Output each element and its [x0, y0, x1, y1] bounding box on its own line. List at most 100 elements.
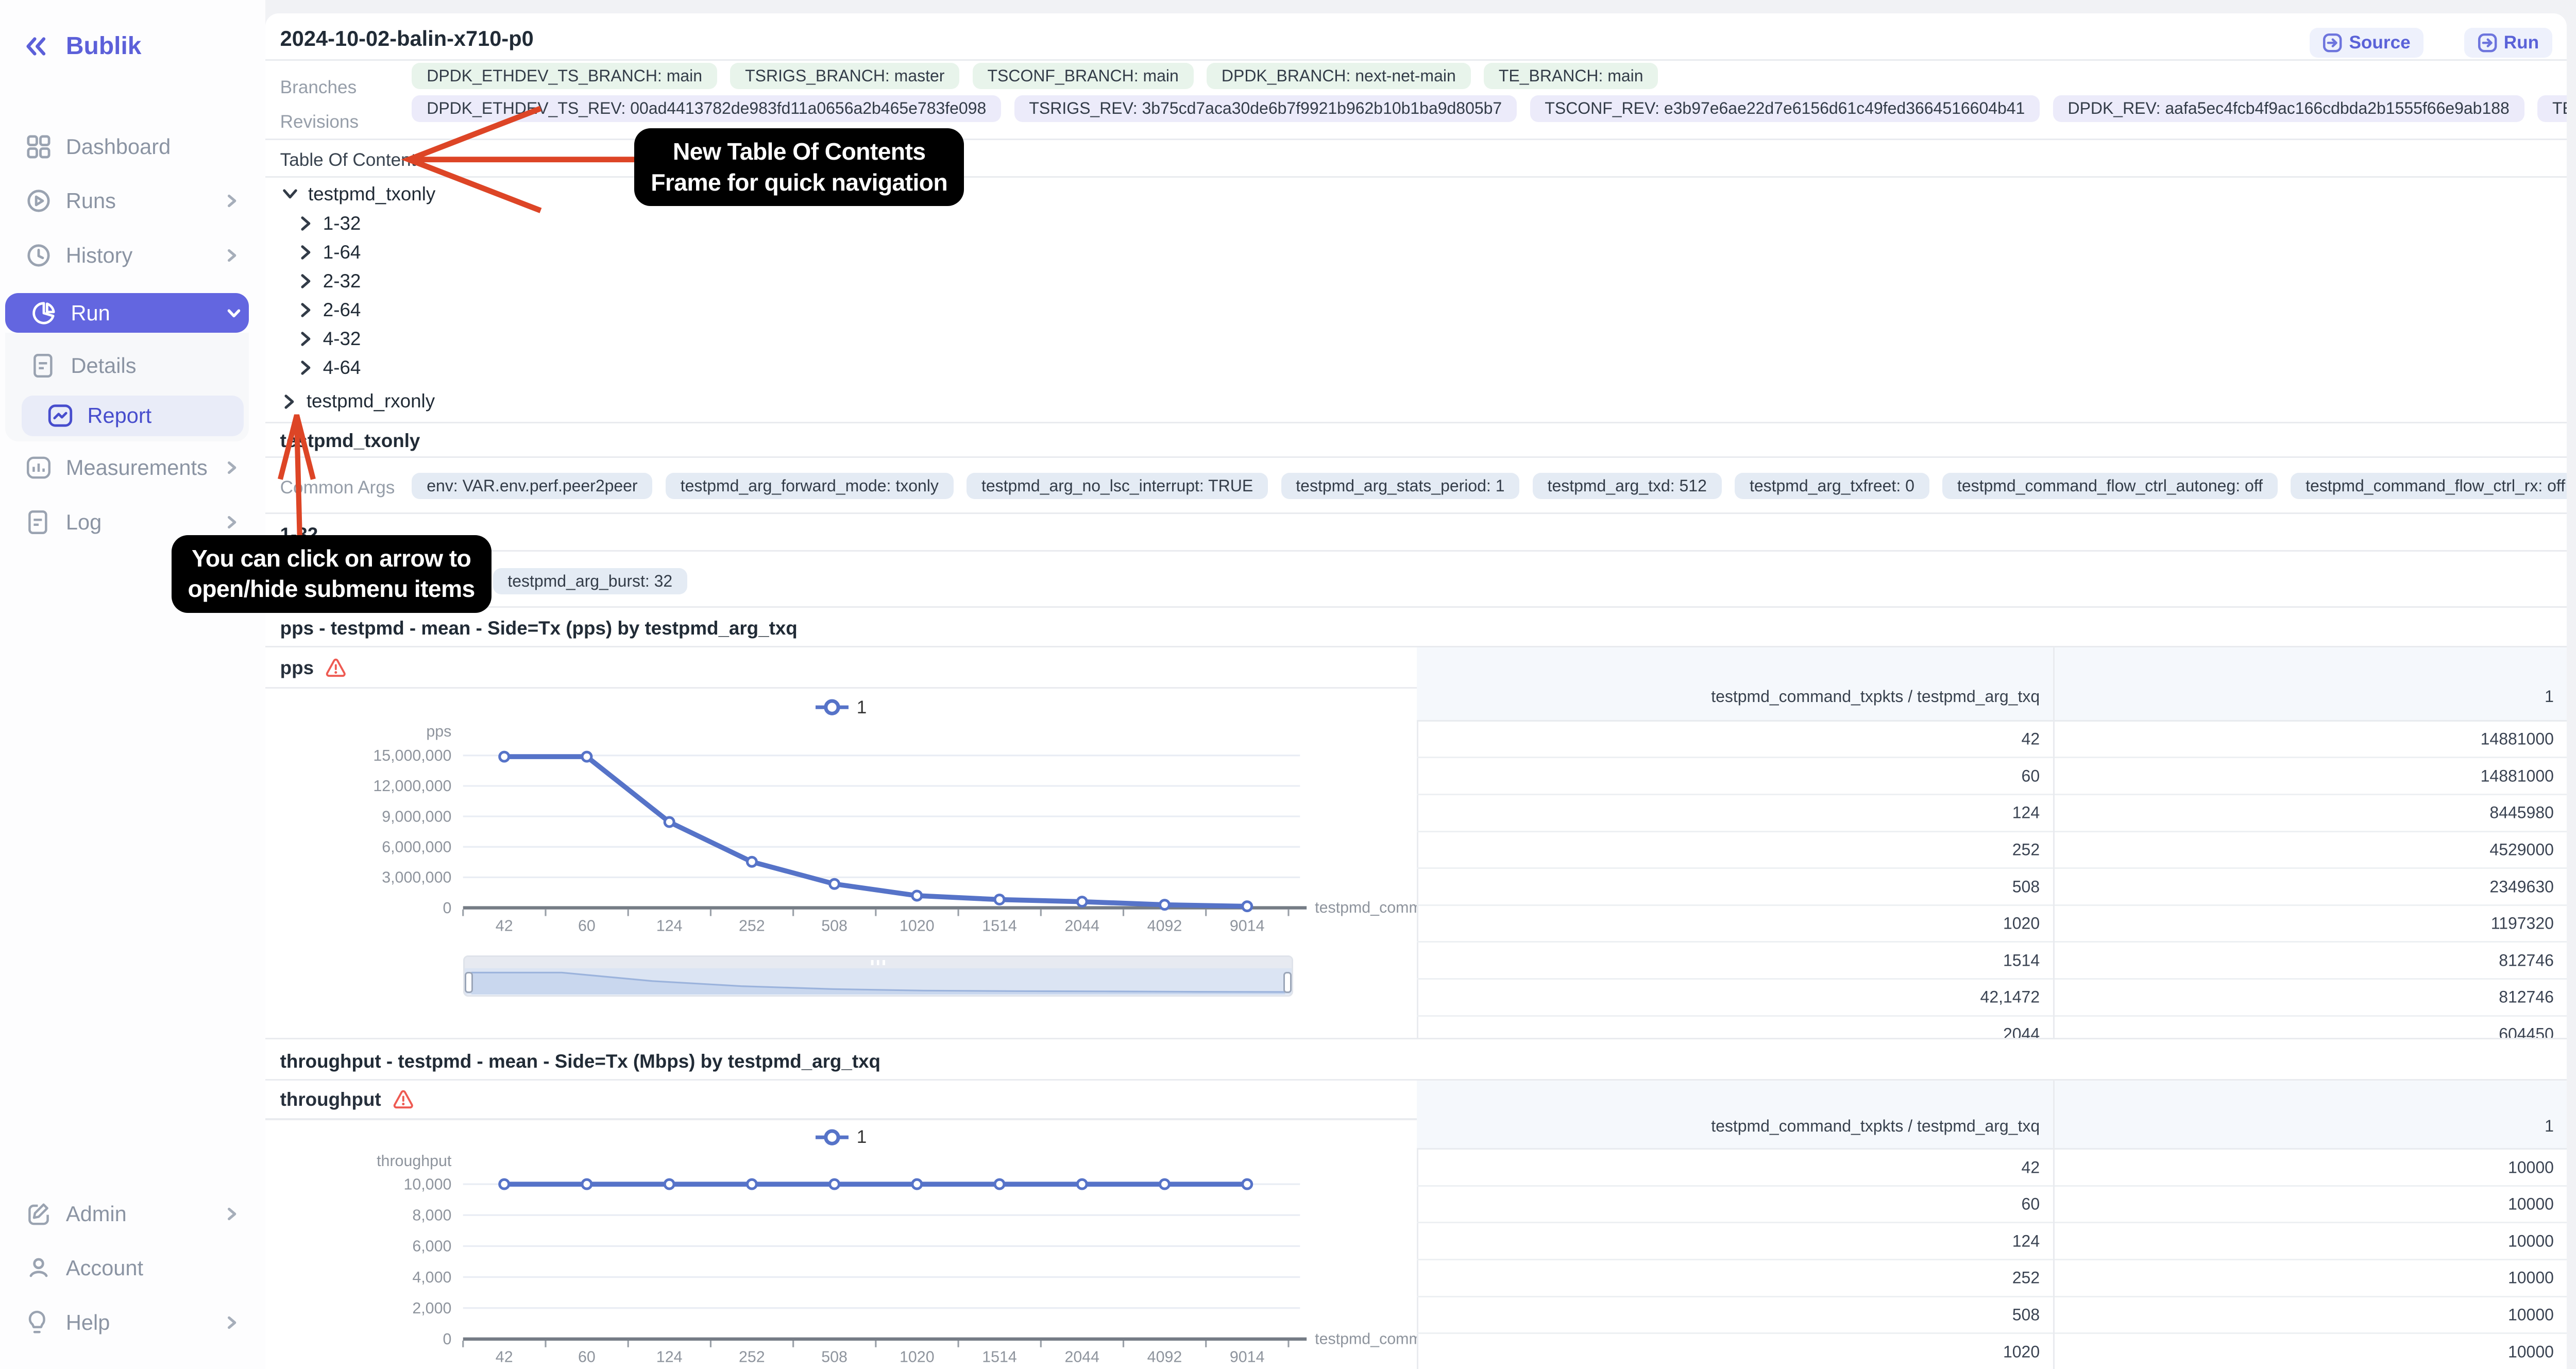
branch-chip: TSCONF_BRANCH: main — [973, 63, 1194, 89]
cell-measurement-value: 10000 — [2508, 1342, 2554, 1361]
divider — [265, 1118, 1417, 1120]
table-header-row: testpmd_command_txpkts / testpmd_arg_txq… — [1417, 1081, 2567, 1150]
svg-text:10,000: 10,000 — [403, 1176, 451, 1193]
table-row[interactable]: 10201197320 — [1417, 906, 2567, 943]
source-button[interactable]: Source — [2310, 28, 2424, 58]
edit-pencil-icon — [26, 1202, 51, 1226]
column-divider — [2053, 647, 2055, 1038]
table-row[interactable]: 2524529000 — [1417, 832, 2567, 869]
sidebar-item-account[interactable]: Account — [0, 1250, 265, 1286]
sidebar-collapse-icon[interactable] — [23, 36, 48, 57]
sidebar-item-report-selected[interactable]: Report — [22, 396, 244, 437]
throughput-line-chart[interactable]: throughput02,0004,0006,0008,00010,000426… — [265, 1150, 1417, 1368]
sidebar-item-dashboard[interactable]: Dashboard — [0, 128, 265, 164]
toc-node-2-32[interactable]: 2-32 — [298, 267, 361, 296]
chevron-right-icon[interactable] — [298, 302, 313, 318]
table-row[interactable]: 5082349630 — [1417, 869, 2567, 906]
svg-text:pps: pps — [426, 722, 451, 740]
table-row[interactable]: 6010000 — [1417, 1187, 2567, 1224]
svg-text:9014: 9014 — [1230, 1348, 1265, 1366]
datazoom-left-handle[interactable] — [465, 972, 473, 994]
cell-measurement-value: 10000 — [2508, 1158, 2554, 1177]
toc-node-4-32[interactable]: 4-32 — [298, 324, 361, 353]
chevron-right-icon[interactable] — [298, 273, 313, 289]
cell-measurement-value: 14881000 — [2481, 730, 2554, 749]
run-button-label: Run — [2504, 32, 2539, 53]
sidebar-item-runs[interactable]: Runs — [0, 183, 265, 219]
common-args-chip-row: env: VAR.env.perf.peer2peertestpmd_arg_f… — [412, 473, 2567, 499]
sidebar-item-admin[interactable]: Admin — [0, 1196, 265, 1232]
chevron-right-icon[interactable] — [298, 244, 313, 261]
pps-line-chart[interactable]: pps03,000,0006,000,0009,000,00012,000,00… — [265, 720, 1417, 955]
pps-legend[interactable]: 1 — [265, 695, 1417, 720]
chevron-right-icon[interactable] — [298, 331, 313, 347]
datazoom-selection[interactable] — [465, 968, 1292, 995]
warning-triangle-icon[interactable] — [325, 658, 347, 678]
svg-text:9014: 9014 — [1230, 917, 1265, 934]
svg-text:8,000: 8,000 — [412, 1207, 451, 1224]
toc-node-1-64[interactable]: 1-64 — [298, 238, 361, 267]
sidebar-item-details[interactable]: Details — [5, 348, 249, 384]
table-row[interactable]: 1248445980 — [1417, 795, 2567, 832]
toc-node-label[interactable]: 1-32 — [323, 213, 361, 234]
datazoom-slider[interactable] — [463, 955, 1294, 997]
cell-measurement-value: 10000 — [2508, 1195, 2554, 1214]
cell-x-value: 60 — [2022, 766, 2040, 785]
toc-node-1-32[interactable]: 1-32 — [298, 209, 361, 238]
run-button[interactable]: Run — [2464, 28, 2552, 58]
table-row[interactable]: 50810000 — [1417, 1297, 2567, 1334]
toc-node-label[interactable]: 2-64 — [323, 299, 361, 321]
cell-x-value: 42 — [2022, 1158, 2040, 1177]
toc-node-label[interactable]: 1-64 — [323, 242, 361, 263]
table-header-row: testpmd_command_txpkts / testpmd_arg_txq… — [1417, 647, 2567, 722]
table-row[interactable]: 42 10000 — [1417, 1150, 2567, 1187]
divider — [265, 687, 1417, 689]
svg-text:1020: 1020 — [900, 917, 935, 934]
toc-node-4-64[interactable]: 4-64 — [298, 353, 361, 382]
datazoom-handle-bar[interactable] — [465, 957, 1292, 968]
svg-text:4092: 4092 — [1147, 1348, 1182, 1366]
toc-node-label[interactable]: 2-32 — [323, 270, 361, 292]
toc-node-label[interactable]: 4-64 — [323, 357, 361, 379]
dashboard-grid-icon — [26, 134, 51, 159]
toc-node-2-64[interactable]: 2-64 — [298, 296, 361, 324]
sidebar-item-measurements[interactable]: Measurements — [0, 450, 265, 486]
trend-chart-icon — [48, 404, 73, 427]
warning-triangle-icon[interactable] — [393, 1090, 414, 1109]
table-row[interactable]: 42,1472812746 — [1417, 980, 2567, 1017]
table-row[interactable]: 4214881000 — [1417, 722, 2567, 759]
table-row[interactable]: 25210000 — [1417, 1260, 2567, 1297]
column-header: 1 — [2545, 1117, 2554, 1136]
table-row[interactable]: 102010000 — [1417, 1334, 2567, 1368]
line-series-legend-icon — [816, 697, 849, 717]
svg-text:0: 0 — [443, 1330, 451, 1348]
svg-text:testpmd_comman: testpmd_comman — [1315, 899, 1417, 916]
datazoom-right-handle[interactable] — [1283, 972, 1292, 994]
throughput-legend[interactable]: 1 — [265, 1125, 1417, 1150]
sidebar-item-run-active[interactable]: Run — [5, 293, 249, 333]
svg-text:throughput: throughput — [377, 1152, 452, 1170]
annotation-line: open/hide submenu items — [188, 574, 475, 604]
svg-text:3,000,000: 3,000,000 — [382, 868, 451, 886]
sidebar-item-history[interactable]: History — [0, 237, 265, 273]
table-row[interactable]: 60 14881000 — [1417, 758, 2567, 795]
table-row[interactable]: 1514812746 — [1417, 943, 2567, 980]
svg-text:12,000,000: 12,000,000 — [373, 777, 451, 795]
app-logo[interactable]: Bublik — [66, 32, 142, 60]
chevron-right-icon[interactable] — [298, 360, 313, 376]
svg-text:6,000: 6,000 — [412, 1238, 451, 1255]
chevron-down-icon[interactable] — [282, 186, 298, 201]
toc-node-label[interactable]: 4-32 — [323, 328, 361, 350]
svg-text:1020: 1020 — [900, 1348, 935, 1366]
chevron-right-icon[interactable] — [298, 215, 313, 232]
table-row[interactable]: 2044604450 — [1417, 1017, 2567, 1038]
cell-measurement-value: 14881000 — [2481, 766, 2554, 785]
table-row[interactable]: 12410000 — [1417, 1223, 2567, 1260]
cell-x-value: 1514 — [2003, 951, 2040, 970]
sidebar-item-help[interactable]: Help — [0, 1305, 265, 1341]
throughput-section-title: throughput - testpmd - mean - Side=Tx (M… — [280, 1051, 880, 1072]
throughput-card-title: throughput — [280, 1089, 381, 1110]
chevron-right-icon — [224, 1207, 239, 1222]
cell-x-value: 508 — [2012, 877, 2040, 896]
chevron-right-icon — [224, 460, 239, 475]
